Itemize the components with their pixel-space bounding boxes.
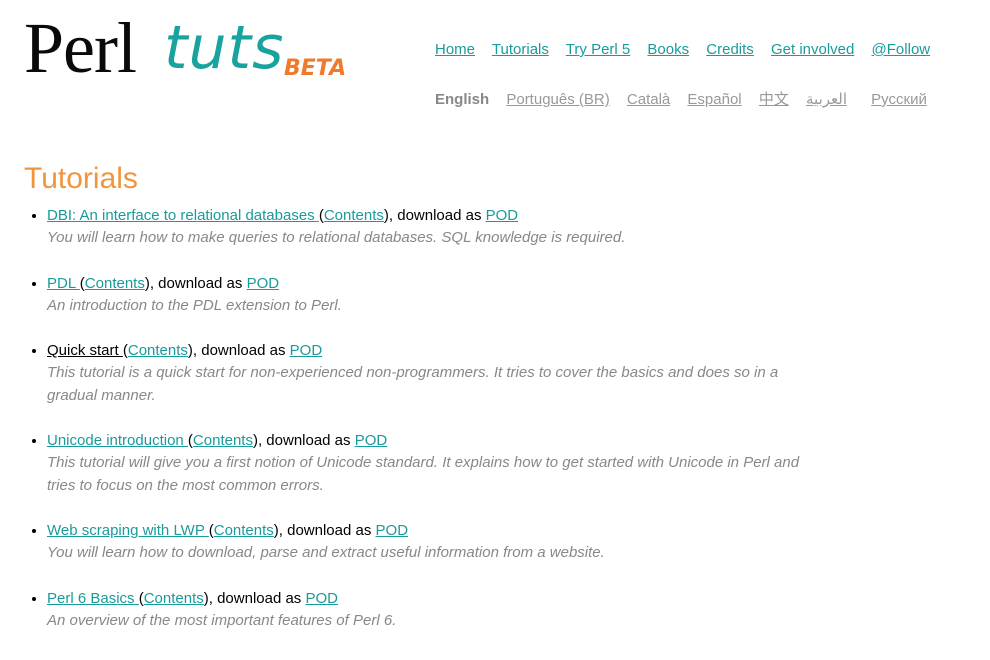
tutorial-description: An introduction to the PDL extension to … bbox=[47, 296, 342, 314]
lang-arabic[interactable]: العربية bbox=[806, 91, 847, 108]
list-item: DBI: An interface to relational database… bbox=[47, 205, 807, 250]
pod-link[interactable]: POD bbox=[355, 432, 388, 449]
tutorial-description: You will learn how to download, parse an… bbox=[47, 544, 605, 561]
language-nav: English Português (BR) Català Español 中文… bbox=[435, 88, 940, 109]
nav-get-involved[interactable]: Get involved bbox=[771, 41, 854, 58]
tutorial-title-link[interactable]: PDL bbox=[47, 275, 80, 292]
tutorial-title-link[interactable]: Quick start bbox=[47, 342, 123, 359]
nav-credits[interactable]: Credits bbox=[706, 41, 754, 58]
contents-link[interactable]: Contents bbox=[193, 432, 253, 449]
pod-link[interactable]: POD bbox=[376, 522, 409, 539]
nav-try-perl-5[interactable]: Try Perl 5 bbox=[566, 41, 630, 58]
lang-russian[interactable]: Русский bbox=[871, 91, 927, 108]
download-text: ), download as bbox=[144, 274, 247, 292]
perltuts-logo[interactable]: Perl tuts BETA bbox=[24, 8, 347, 88]
list-item: PDL (Contents), download as POD An intro… bbox=[47, 273, 807, 318]
list-item: Quick start (Contents), download as POD … bbox=[47, 340, 807, 407]
tutorial-description: An overview of the most important featur… bbox=[47, 611, 397, 629]
download-text: ), download as bbox=[252, 432, 355, 449]
contents-link[interactable]: Contents bbox=[324, 207, 384, 224]
download-text: ), download as bbox=[203, 589, 306, 607]
nav-home[interactable]: Home bbox=[435, 41, 475, 58]
download-text: ), download as bbox=[273, 522, 376, 539]
logo-beta-badge: BETA bbox=[284, 56, 347, 81]
logo-perl-text: Perl bbox=[24, 8, 137, 88]
download-text: ), download as bbox=[187, 342, 290, 359]
contents-link[interactable]: Contents bbox=[214, 522, 274, 539]
tutorial-title-link[interactable]: DBI: An interface to relational database… bbox=[47, 207, 319, 224]
list-item: Web scraping with LWP (Contents), downlo… bbox=[47, 520, 807, 565]
pod-link[interactable]: POD bbox=[247, 275, 280, 292]
list-item: Perl 6 Basics (Contents), download as PO… bbox=[47, 588, 807, 633]
logo-tuts-text: tuts bbox=[164, 13, 285, 83]
page-title: Tutorials bbox=[24, 162, 138, 195]
tutorial-title-link[interactable]: Unicode introduction bbox=[47, 432, 188, 449]
lang-spanish[interactable]: Español bbox=[687, 91, 741, 108]
nav-books[interactable]: Books bbox=[647, 41, 689, 58]
lang-chinese[interactable]: 中文 bbox=[759, 91, 789, 108]
pod-link[interactable]: POD bbox=[305, 590, 338, 607]
tutorial-list: DBI: An interface to relational database… bbox=[24, 205, 807, 655]
main-nav: Home Tutorials Try Perl 5 Books Credits … bbox=[435, 41, 943, 58]
contents-link[interactable]: Contents bbox=[85, 275, 145, 292]
lang-catalan[interactable]: Català bbox=[627, 91, 670, 108]
tutorial-description: You will learn how to make queries to re… bbox=[47, 229, 626, 246]
pod-link[interactable]: POD bbox=[290, 342, 323, 359]
tutorial-description: This tutorial is a quick start for non-e… bbox=[47, 364, 779, 404]
list-item: Unicode introduction (Contents), downloa… bbox=[47, 430, 807, 497]
contents-link[interactable]: Contents bbox=[128, 342, 188, 359]
tutorial-description: This tutorial will give you a first noti… bbox=[47, 454, 800, 494]
tutorial-title-link[interactable]: Web scraping with LWP bbox=[47, 522, 209, 539]
pod-link[interactable]: POD bbox=[486, 207, 519, 224]
tutorial-title-link[interactable]: Perl 6 Basics bbox=[47, 590, 139, 607]
nav-tutorials[interactable]: Tutorials bbox=[492, 41, 549, 58]
current-language: English bbox=[435, 91, 490, 108]
lang-portuguese-br[interactable]: Português (BR) bbox=[506, 91, 609, 108]
nav-follow[interactable]: @Follow bbox=[872, 41, 931, 58]
contents-link[interactable]: Contents bbox=[144, 590, 204, 607]
download-text: ), download as bbox=[383, 207, 486, 224]
